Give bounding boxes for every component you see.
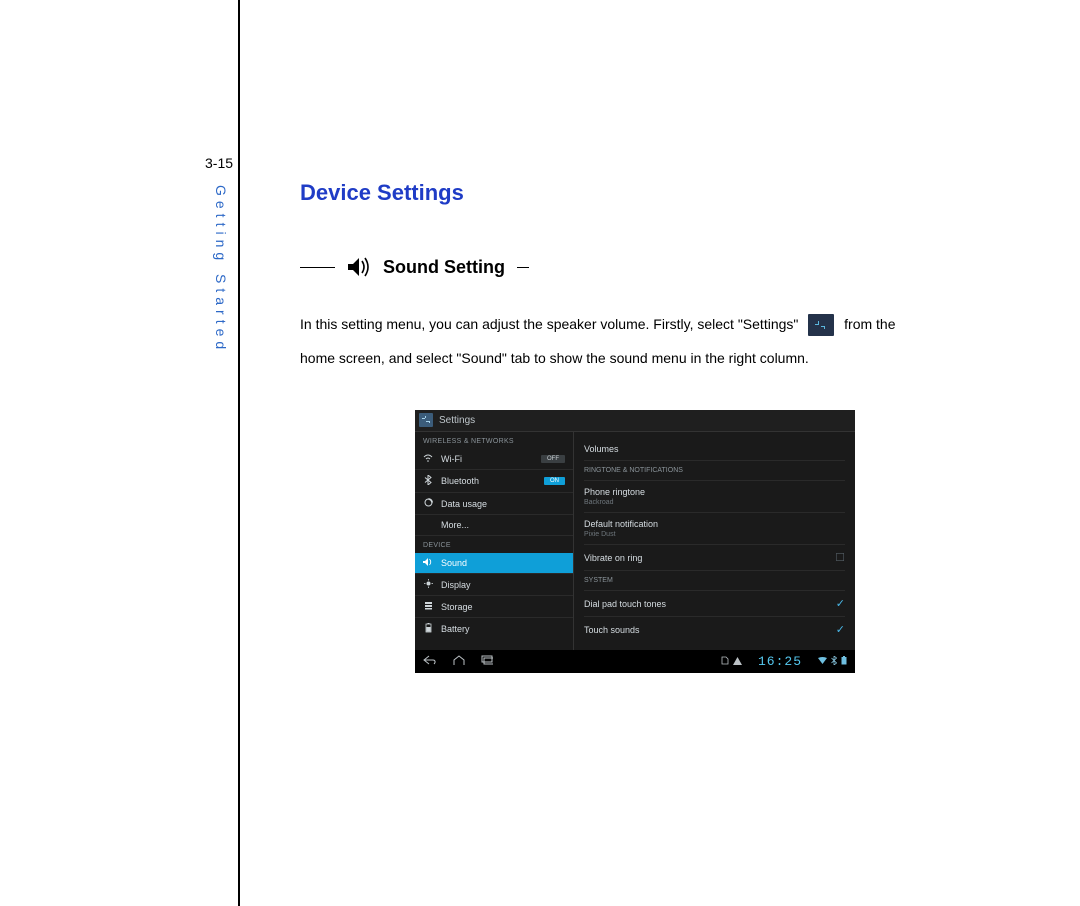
bluetooth-icon bbox=[423, 475, 433, 487]
nav-category-wireless: WIRELESS & NETWORKS bbox=[415, 432, 573, 449]
status-battery-icon bbox=[841, 656, 847, 667]
label-vibrate: Vibrate on ring bbox=[584, 553, 642, 563]
label-volumes: Volumes bbox=[584, 444, 619, 454]
bluetooth-toggle[interactable]: ON bbox=[544, 477, 565, 485]
android-title: Settings bbox=[439, 415, 475, 426]
nav-item-wifi[interactable]: Wi-Fi OFF bbox=[415, 449, 573, 470]
status-clock: 16:25 bbox=[758, 654, 802, 669]
status-wifi-icon bbox=[818, 657, 827, 666]
body-paragraph: In this setting menu, you can adjust the… bbox=[300, 308, 970, 375]
checkbox-touch[interactable]: ✓ bbox=[836, 623, 845, 636]
nav-item-storage[interactable]: Storage bbox=[415, 596, 573, 618]
subheading-row: Sound Setting bbox=[300, 256, 970, 278]
nav-item-bluetooth[interactable]: Bluetooth ON bbox=[415, 470, 573, 493]
nav-item-sound[interactable]: Sound bbox=[415, 553, 573, 574]
nav-category-device: DEVICE bbox=[415, 536, 573, 553]
content-area: Device Settings Sound Setting In this se… bbox=[300, 180, 970, 673]
status-bluetooth-icon bbox=[831, 656, 837, 667]
data-usage-icon bbox=[423, 498, 433, 509]
heading-device-settings: Device Settings bbox=[300, 180, 970, 206]
settings-title-icon bbox=[419, 413, 433, 427]
label-notif: Default notification bbox=[584, 519, 658, 529]
body-line2: home screen, and select "Sound" tab to s… bbox=[300, 350, 809, 366]
row-touch-sounds[interactable]: Touch sounds ✓ bbox=[584, 617, 845, 642]
display-icon bbox=[423, 579, 433, 590]
cat-ringtone: RINGTONE & NOTIFICATIONS bbox=[584, 461, 845, 481]
row-vibrate-on-ring[interactable]: Vibrate on ring ☐ bbox=[584, 545, 845, 571]
subheading-sound-setting: Sound Setting bbox=[383, 257, 505, 278]
settings-app-icon bbox=[808, 314, 834, 336]
sub-notif: Pixie Dust bbox=[584, 531, 658, 538]
row-volumes[interactable]: Volumes bbox=[584, 438, 845, 461]
nav-label-storage: Storage bbox=[441, 602, 473, 612]
nav-label-wifi: Wi-Fi bbox=[441, 454, 462, 464]
status-sd-icon bbox=[721, 656, 729, 667]
settings-nav-left: WIRELESS & NETWORKS Wi-Fi OFF Bluetooth bbox=[415, 432, 574, 650]
rule-right bbox=[517, 267, 529, 268]
recent-icon[interactable] bbox=[481, 655, 493, 668]
sub-ringtone: Backroad bbox=[584, 499, 645, 506]
battery-icon bbox=[423, 623, 433, 635]
nav-label-display: Display bbox=[441, 580, 471, 590]
settings-detail-right: Volumes RINGTONE & NOTIFICATIONS Phone r… bbox=[574, 432, 855, 650]
body-part2: from the bbox=[844, 316, 895, 332]
embedded-screenshot: Settings WIRELESS & NETWORKS Wi-Fi OFF bbox=[415, 410, 855, 673]
status-warning-icon bbox=[733, 657, 742, 667]
nav-label-battery: Battery bbox=[441, 624, 470, 634]
page-number: 3-15 bbox=[205, 155, 233, 171]
home-icon[interactable] bbox=[453, 655, 465, 669]
back-icon[interactable] bbox=[423, 655, 437, 668]
nav-label-more: More... bbox=[441, 520, 469, 530]
cat-system: SYSTEM bbox=[584, 571, 845, 591]
divider-line bbox=[238, 0, 240, 906]
side-section-label: Getting Started bbox=[213, 185, 229, 354]
nav-label-bluetooth: Bluetooth bbox=[441, 476, 479, 486]
nav-item-data-usage[interactable]: Data usage bbox=[415, 493, 573, 515]
label-ringtone: Phone ringtone bbox=[584, 487, 645, 497]
storage-icon bbox=[423, 601, 433, 612]
nav-label-data: Data usage bbox=[441, 499, 487, 509]
checkbox-dial[interactable]: ✓ bbox=[836, 597, 845, 610]
label-dial: Dial pad touch tones bbox=[584, 599, 666, 609]
nav-item-more[interactable]: More... bbox=[415, 515, 573, 536]
label-touch: Touch sounds bbox=[584, 625, 640, 635]
rule-left bbox=[300, 267, 335, 268]
wifi-icon bbox=[423, 454, 433, 464]
row-default-notification[interactable]: Default notification Pixie Dust bbox=[584, 513, 845, 545]
speaker-icon bbox=[347, 256, 371, 278]
nav-item-display[interactable]: Display bbox=[415, 574, 573, 596]
wifi-toggle[interactable]: OFF bbox=[541, 455, 565, 463]
row-phone-ringtone[interactable]: Phone ringtone Backroad bbox=[584, 481, 845, 513]
body-part1: In this setting menu, you can adjust the… bbox=[300, 316, 798, 332]
nav-item-battery[interactable]: Battery bbox=[415, 618, 573, 640]
android-titlebar: Settings bbox=[415, 410, 855, 432]
row-dial-tones[interactable]: Dial pad touch tones ✓ bbox=[584, 591, 845, 617]
android-navbar: 16:25 bbox=[415, 650, 855, 673]
sound-icon bbox=[423, 558, 433, 568]
checkbox-vibrate[interactable]: ☐ bbox=[835, 551, 845, 564]
nav-label-sound: Sound bbox=[441, 558, 467, 568]
